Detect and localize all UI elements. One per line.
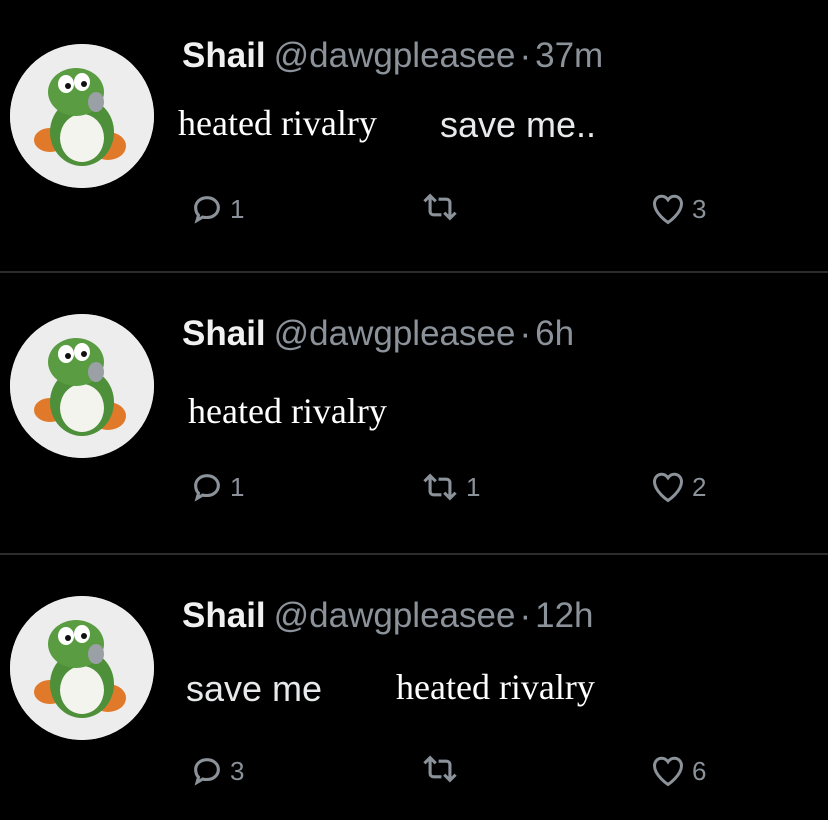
heart-icon	[652, 756, 684, 787]
retweet-button[interactable]	[420, 190, 466, 224]
retweet-arrows-icon	[423, 755, 457, 783]
speech-bubble-icon	[194, 758, 220, 786]
tweet-text-serif: heated rivalry	[188, 391, 387, 431]
speech-bubble-icon	[194, 196, 220, 224]
separator-dot: ·	[519, 36, 532, 75]
reply-button[interactable]: 1	[190, 470, 244, 504]
like-count: 3	[692, 193, 707, 224]
user-handle[interactable]: @dawgpleasee	[274, 314, 516, 353]
separator-dot: ·	[519, 314, 532, 353]
reply-count: 1	[230, 193, 245, 224]
display-name[interactable]: Shail	[182, 596, 266, 635]
heart-icon	[652, 194, 684, 225]
avatar[interactable]	[10, 314, 154, 458]
like-count: 6	[692, 755, 707, 786]
divider	[0, 553, 828, 555]
tweet-header: Shail @dawgpleasee · 6h	[182, 314, 574, 354]
timestamp[interactable]: 6h	[535, 314, 574, 353]
like-button[interactable]: 3	[650, 192, 706, 226]
display-name[interactable]: Shail	[182, 36, 266, 75]
speech-bubble-icon	[194, 474, 220, 502]
yoshi-figure-icon	[10, 596, 154, 740]
retweet-count: 1	[466, 471, 481, 502]
separator-dot: ·	[519, 596, 532, 635]
tweet[interactable]: Shail @dawgpleasee · 12h save me heated riv…	[0, 556, 828, 820]
yoshi-figure-icon	[10, 44, 154, 188]
avatar[interactable]	[10, 44, 154, 188]
tweet-header: Shail @dawgpleasee · 12h	[182, 596, 594, 636]
reply-count: 3	[230, 755, 245, 786]
tweet-header: Shail @dawgpleasee · 37m	[182, 36, 603, 76]
retweet-arrows-icon	[423, 473, 457, 501]
tweet[interactable]: Shail @dawgpleasee · 6h heated rivalry 1 1 …	[0, 274, 828, 554]
like-button[interactable]: 6	[650, 754, 706, 788]
user-handle[interactable]: @dawgpleasee	[274, 596, 516, 635]
divider	[0, 271, 828, 273]
timestamp[interactable]: 12h	[535, 596, 593, 635]
display-name[interactable]: Shail	[182, 314, 266, 353]
like-count: 2	[692, 471, 707, 502]
retweet-button[interactable]: 1	[420, 470, 480, 504]
tweet[interactable]: Shail @dawgpleasee · 37m heated rivalry sav…	[0, 0, 828, 272]
reply-button[interactable]: 3	[190, 754, 244, 788]
heart-icon	[652, 472, 684, 503]
reply-count: 1	[230, 471, 245, 502]
tweet-text-sans: save me	[186, 668, 323, 709]
user-handle[interactable]: @dawgpleasee	[274, 36, 516, 75]
timestamp[interactable]: 37m	[535, 36, 603, 75]
retweet-button[interactable]	[420, 752, 466, 786]
like-button[interactable]: 2	[650, 470, 706, 504]
yoshi-figure-icon	[10, 314, 154, 458]
avatar[interactable]	[10, 596, 154, 740]
tweet-text-serif: heated rivalry	[396, 667, 595, 707]
reply-button[interactable]: 1	[190, 192, 244, 226]
tweet-text-serif: heated rivalry	[178, 103, 377, 143]
retweet-arrows-icon	[423, 193, 457, 221]
tweet-text-sans: save me..	[440, 104, 597, 145]
